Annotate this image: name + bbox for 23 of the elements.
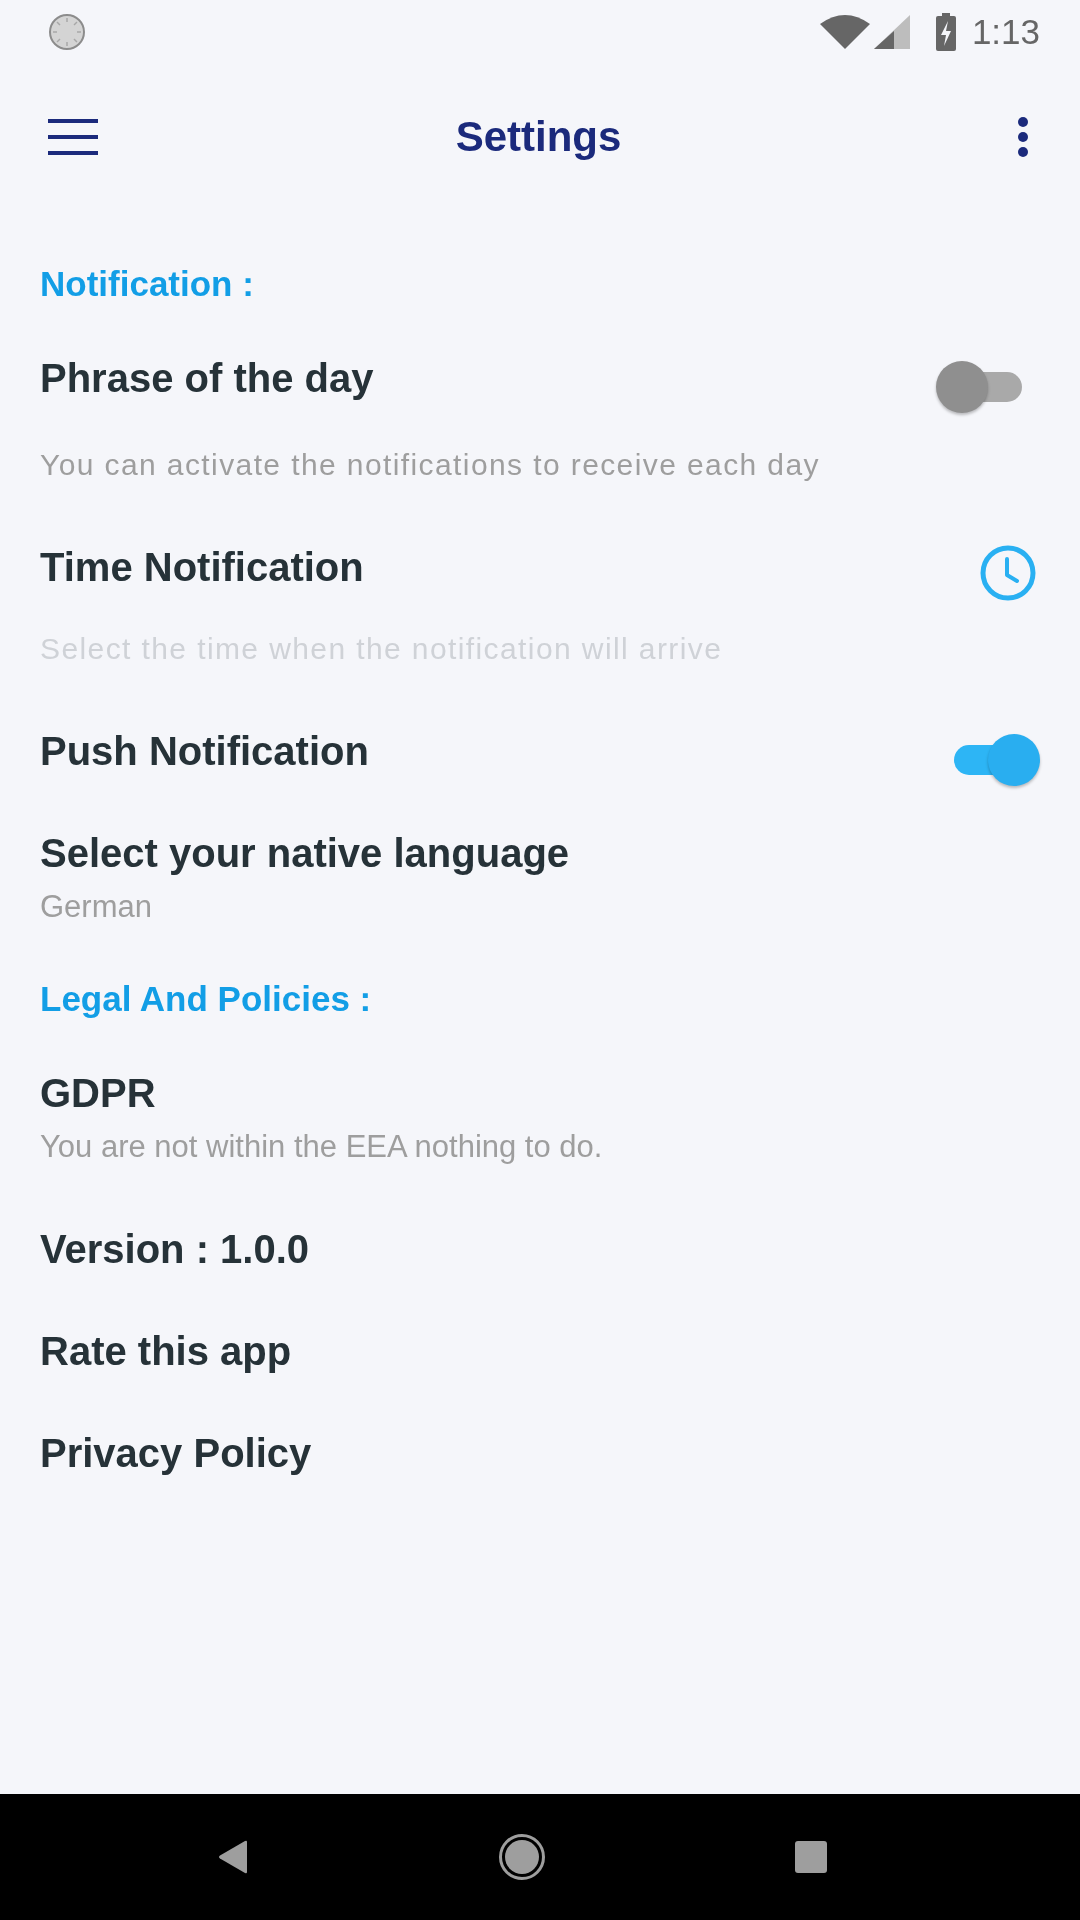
menu-icon[interactable] [48, 119, 98, 155]
setting-title[interactable]: Select your native language [40, 828, 570, 878]
more-options-icon[interactable] [1017, 117, 1029, 157]
back-icon[interactable] [217, 1840, 249, 1874]
setting-title: GDPR [40, 1070, 156, 1117]
section-heading: Notification : [40, 263, 254, 305]
setting-value: German [40, 888, 152, 926]
setting-title[interactable]: Rate this app [40, 1326, 292, 1376]
sync-icon [48, 12, 86, 51]
setting-title: Version : 1.0.0 [40, 1226, 310, 1273]
setting-description: You are not within the EEA nothing to do. [40, 1128, 603, 1166]
setting-title[interactable]: Privacy Policy [40, 1428, 312, 1478]
status-time: 1:13 [971, 11, 1040, 52]
signal-icon [873, 14, 910, 49]
section-heading: Legal And Policies : [40, 978, 372, 1020]
setting-description: You can activate the notifications to receive each day [40, 447, 820, 483]
home-icon[interactable] [498, 1834, 545, 1880]
setting-title: Push Notification [40, 728, 369, 775]
wifi-icon [819, 14, 870, 49]
battery-icon [935, 12, 956, 51]
screen-title: Settings [455, 112, 622, 162]
setting-title: Phrase of the day [40, 355, 374, 402]
recents-icon[interactable] [794, 1841, 827, 1873]
